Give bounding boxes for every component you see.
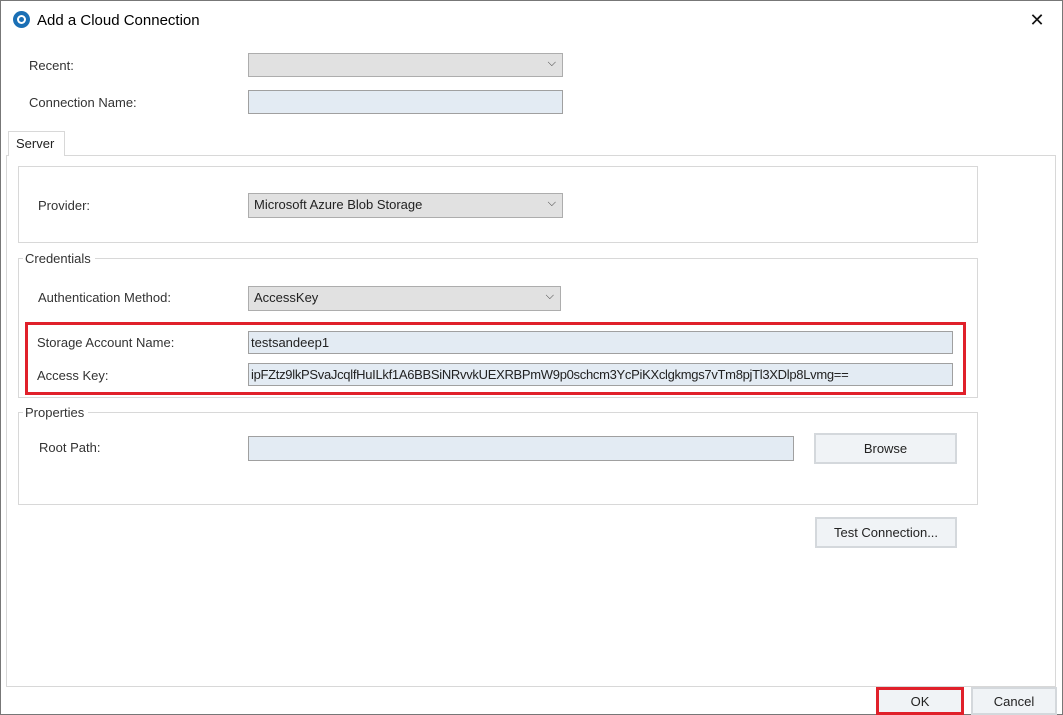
window-title: Add a Cloud Connection bbox=[37, 12, 200, 29]
connection-name-input[interactable] bbox=[248, 90, 563, 114]
provider-label: Provider: bbox=[38, 198, 91, 213]
recent-label: Recent: bbox=[29, 58, 74, 73]
dialog-window: Add a Cloud Connection ✕ Recent: ⌵ Conne… bbox=[0, 0, 1063, 715]
browse-button[interactable]: Browse bbox=[814, 433, 957, 464]
auth-method-combo[interactable]: AccessKey ⌵ bbox=[248, 286, 561, 311]
test-connection-button[interactable]: Test Connection... bbox=[815, 517, 957, 548]
properties-title: Properties bbox=[23, 405, 89, 420]
tab-server[interactable]: Server bbox=[8, 131, 65, 156]
root-path-input[interactable] bbox=[248, 436, 794, 461]
connection-name-label: Connection Name: bbox=[29, 95, 137, 110]
provider-combo[interactable]: Microsoft Azure Blob Storage ⌵ bbox=[248, 193, 563, 218]
chevron-down-icon: ⌵ bbox=[547, 57, 556, 69]
cancel-button[interactable]: Cancel bbox=[971, 687, 1057, 715]
recent-combo[interactable]: ⌵ bbox=[248, 53, 563, 77]
access-key-input[interactable]: ipFZtz9lkPSvaJcqlfHuILkf1A6BBSiNRvvkUEXR… bbox=[248, 363, 953, 386]
chevron-down-icon: ⌵ bbox=[547, 197, 556, 209]
chevron-down-icon: ⌵ bbox=[545, 290, 554, 302]
ok-button[interactable]: OK bbox=[876, 687, 964, 715]
storage-account-label: Storage Account Name: bbox=[37, 335, 175, 350]
storage-account-input[interactable]: testsandeep1 bbox=[248, 331, 953, 354]
close-icon[interactable]: ✕ bbox=[1021, 5, 1053, 35]
access-key-label: Access Key: bbox=[37, 368, 109, 383]
root-path-label: Root Path: bbox=[39, 440, 101, 455]
auth-method-label: Authentication Method: bbox=[38, 290, 171, 305]
app-logo-icon bbox=[13, 11, 30, 28]
tab-server-label: Server bbox=[16, 136, 55, 151]
credentials-title: Credentials bbox=[23, 251, 95, 266]
